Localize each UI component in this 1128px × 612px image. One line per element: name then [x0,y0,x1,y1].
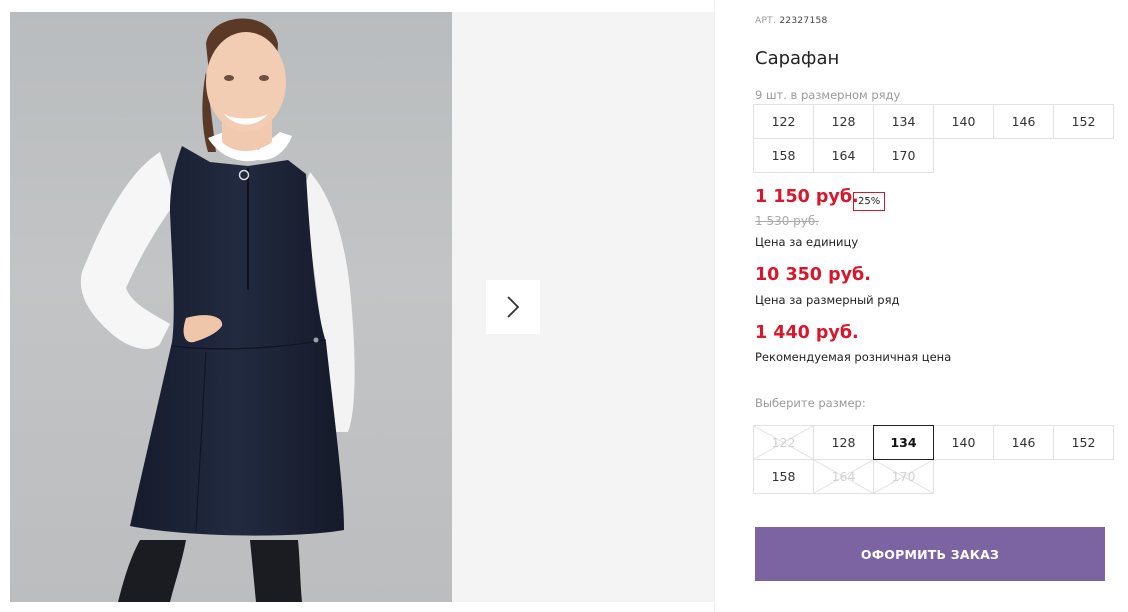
series-size-cell: 164 [813,138,874,173]
series-size-cell: 152 [1053,104,1114,139]
series-size-cell: 128 [813,104,874,139]
series-size-cell: 158 [753,138,814,173]
series-size-cell: 122 [753,104,814,139]
size-option-label: 164 [831,469,856,484]
series-size-cell: 170 [873,138,934,173]
size-option-152[interactable]: 152 [1053,425,1114,460]
size-option-146[interactable]: 146 [993,425,1054,460]
article-label: АРТ. [755,16,777,26]
size-option-label: 134 [890,435,917,450]
discount-badge: 25% [853,192,886,211]
size-option-label: 140 [951,435,976,450]
product-photo-illustration [80,18,355,602]
unit-price: 1 150 руб. [755,187,859,207]
article-value: 22327158 [779,16,828,26]
size-option-label: 170 [891,469,916,484]
article-number: АРТ. 22327158 [755,16,828,26]
size-option-label: 122 [771,435,796,450]
series-size-grid: 122 128 134 140 146 152 158 164 170 [753,104,1114,173]
panel-divider [714,0,715,612]
size-option-158[interactable]: 158 [753,459,814,494]
choose-size-label: Выберите размер: [755,396,866,410]
size-option-170: 170 [873,459,934,494]
gallery-next-button[interactable] [486,280,540,334]
product-gallery [10,12,714,602]
size-option-128[interactable]: 128 [813,425,874,460]
size-option-label: 152 [1071,435,1096,450]
product-photo[interactable] [10,12,452,602]
series-size-cell: 134 [873,104,934,139]
size-selector: 122 128 134 140 146 152 158 164 170 [753,425,1114,494]
old-price: 1 530 руб. [755,214,820,228]
checkout-button[interactable]: ОФОРМИТЬ ЗАКАЗ [755,527,1105,581]
size-option-134[interactable]: 134 [873,425,934,460]
product-title: Сарафан [755,48,840,69]
size-option-140[interactable]: 140 [933,425,994,460]
chevron-right-icon [507,296,520,318]
series-size-cell: 146 [993,104,1054,139]
series-price: 10 350 руб. [755,265,871,285]
retail-price: 1 440 руб. [755,323,859,343]
size-option-122: 122 [753,425,814,460]
size-option-label: 128 [831,435,856,450]
series-size-cell: 140 [933,104,994,139]
series-price-caption: Цена за размерный ряд [755,293,900,307]
size-option-label: 146 [1011,435,1036,450]
size-option-label: 158 [771,469,796,484]
retail-price-caption: Рекомендуемая розничная цена [755,350,952,364]
size-option-164: 164 [813,459,874,494]
series-count-label: 9 шт. в размерном ряду [755,88,901,102]
unit-price-caption: Цена за единицу [755,235,859,249]
